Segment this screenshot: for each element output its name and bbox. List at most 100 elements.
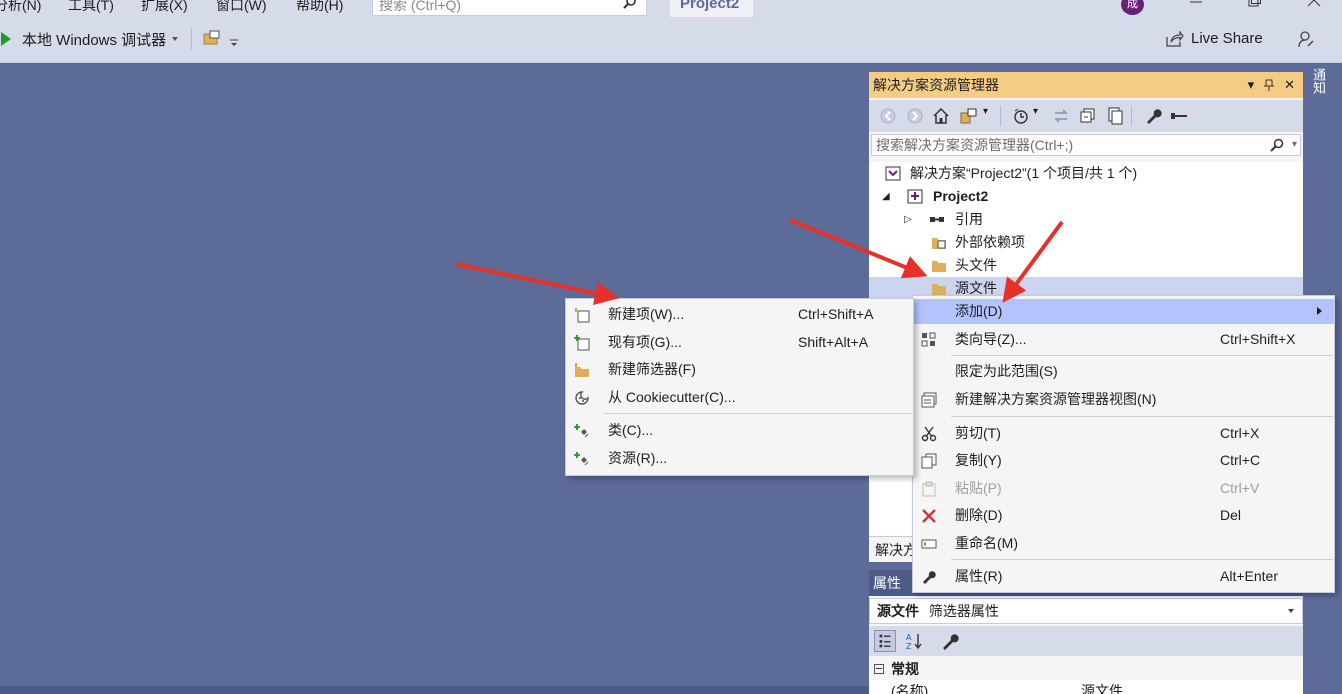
menu-item-shortcut: Ctrl+Shift+A [798,306,874,322]
solution-icon [885,166,901,181]
menu-extensions[interactable]: 扩展(X) [141,0,188,15]
notifications-tab[interactable]: 通知 [1310,68,1328,106]
svg-text:A: A [906,633,912,642]
menu-item-existing-item[interactable]: 现有项(G)... Shift+Alt+A [566,330,913,355]
menu-item-properties[interactable]: 属性(R) Alt+Enter [913,564,1334,589]
solution-explorer-header: 解决方案资源管理器 ▾ ✕ [869,72,1303,98]
panel-options-icon[interactable]: ▾ [1248,72,1255,98]
rename-icon [921,539,937,549]
menu-window[interactable]: 窗口(W) [216,0,267,15]
solution-explorer-search-input[interactable]: 搜索解决方案资源管理器(Ctrl+;) ▾ [871,134,1301,156]
tree-label: 解决方案“Project2”(1 个项目/共 1 个) [910,165,1138,181]
home-icon[interactable] [932,107,950,125]
properties-object-select[interactable]: 源文件 筛选器属性 [869,598,1303,624]
tree-item-external-dependencies[interactable]: 外部依赖项 [869,231,1303,254]
tree-item-header-files[interactable]: 头文件 [869,254,1303,277]
properties-wrench-icon[interactable] [1144,107,1162,125]
menu-item-new-explorer-view[interactable]: 新建解决方案资源管理器视图(N) [913,387,1334,412]
folder-icon [932,261,946,272]
tree-item-references[interactable]: ▷ 引用 [869,208,1303,231]
wrench-icon [923,571,936,584]
categorized-icon[interactable] [874,630,896,652]
pending-changes-icon[interactable] [1012,107,1030,125]
properties-row-name[interactable]: (名称) 源文件 [869,680,1303,694]
pending-changes-dropdown-icon[interactable]: ▾ [1033,106,1038,117]
run-label: 本地 Windows 调试器 [22,31,167,49]
alphabetical-icon[interactable]: AZ [903,630,925,652]
find-in-files-icon[interactable] [203,30,221,46]
menu-item-label: 现有项(G)... [608,334,682,350]
menu-item-paste[interactable]: 粘贴(P) Ctrl+V [913,476,1334,501]
search-input[interactable]: 搜索 (Ctrl+Q) [372,0,647,16]
search-options-dropdown-icon[interactable]: ▾ [1292,135,1297,155]
menu-item-label: 复制(Y) [955,452,1002,468]
menu-item-new-filter[interactable]: 新建筛选器(F) [566,357,913,382]
tree-item-solution[interactable]: 解决方案“Project2”(1 个项目/共 1 个) [869,162,1303,185]
menu-item-shortcut: Ctrl+C [1220,452,1261,468]
menu-item-cut[interactable]: 剪切(T) Ctrl+X [913,421,1334,446]
live-share-button[interactable]: Live Share [1166,30,1263,47]
folder-icon [932,238,946,249]
menu-help[interactable]: 帮助(H) [296,0,343,15]
back-icon[interactable] [879,107,897,125]
toolbar-overflow-icon[interactable] [229,38,239,48]
menu-item-scope-to-this[interactable]: 限定为此范围(S) [913,359,1334,384]
properties-section-general[interactable]: 常规 [869,658,1303,680]
collapsed-arrow-icon[interactable]: ▷ [904,208,912,231]
preview-selected-icon[interactable] [1170,107,1188,125]
menu-item-new-item[interactable]: 新建项(W)... Ctrl+Shift+A [566,302,913,327]
property-pages-wrench-icon[interactable] [939,630,961,652]
play-icon [1,32,11,46]
solution-explorer-search-placeholder: 搜索解决方案资源管理器(Ctrl+;) [876,137,1074,153]
switch-views-icon[interactable] [960,107,978,125]
menu-item-label: 新建解决方案资源管理器视图(N) [955,391,1157,407]
switch-views-dropdown-icon[interactable]: ▾ [983,106,988,117]
show-all-files-icon[interactable] [1106,107,1124,125]
collapse-all-icon[interactable] [1079,107,1097,125]
menu-analyze[interactable]: 分析(N) [0,0,41,15]
feedback-icon[interactable] [1297,30,1315,48]
forward-icon[interactable] [906,107,924,125]
live-share-label: Live Share [1191,30,1263,47]
properties-toolbar: AZ [869,626,1303,656]
menu-item-add[interactable]: 添加(D) [913,299,1334,324]
status-strip [0,686,869,694]
collapse-icon[interactable] [874,664,884,674]
menu-item-resource[interactable]: 资源(R)... [566,446,913,471]
add-class-icon [574,424,589,438]
search-placeholder: 搜索 (Ctrl+Q) [379,0,462,13]
add-submenu: 新建项(W)... Ctrl+Shift+A 现有项(G)... Shift+A… [565,298,914,476]
minimize-icon[interactable] [1186,0,1206,12]
tree-label: Project2 [933,188,989,204]
menu-item-class[interactable]: 类(C)... [566,418,913,443]
close-icon[interactable] [1304,0,1324,12]
menu-item-label: 属性(R) [955,568,1003,584]
sync-icon[interactable] [1052,107,1070,125]
menu-item-shortcut: Ctrl+V [1220,480,1260,496]
menu-item-cookiecutter[interactable]: 从 Cookiecutter(C)... [566,385,913,410]
start-debugging-button[interactable]: 本地 Windows 调试器 [0,28,179,50]
pin-icon[interactable] [1264,79,1275,91]
menu-separator [604,413,912,414]
menu-item-label: 重命名(M) [955,535,1018,551]
scissors-icon [921,426,937,442]
tree-item-project[interactable]: ◢ Project2 [869,185,1303,208]
menu-separator [951,355,1333,356]
menu-item-label: 粘贴(P) [955,480,1002,496]
panel-close-icon[interactable]: ✕ [1284,72,1295,98]
menu-bar: 分析(N) 工具(T) 扩展(X) 窗口(W) 帮助(H) 搜索 (Ctrl+Q… [0,0,1342,20]
menu-item-rename[interactable]: 重命名(M) [913,531,1334,556]
project-title: Project2 [670,0,753,17]
menu-item-shortcut: Shift+Alt+A [798,334,869,350]
expanded-arrow-icon[interactable]: ◢ [882,185,890,208]
avatar[interactable]: 成 [1121,0,1144,15]
context-menu: 添加(D) 类向导(Z)... Ctrl+Shift+X 限定为此范围(S) 新… [912,295,1335,593]
menu-item-copy[interactable]: 复制(Y) Ctrl+C [913,448,1334,473]
menu-item-delete[interactable]: 删除(D) Del [913,503,1334,528]
menu-item-class-wizard[interactable]: 类向导(Z)... Ctrl+Shift+X [913,327,1334,352]
menu-tools[interactable]: 工具(T) [68,0,114,15]
class-wizard-icon [921,332,936,347]
solution-explorer-title: 解决方案资源管理器 [873,77,999,93]
restore-icon[interactable] [1244,0,1264,12]
share-icon [1166,30,1184,47]
